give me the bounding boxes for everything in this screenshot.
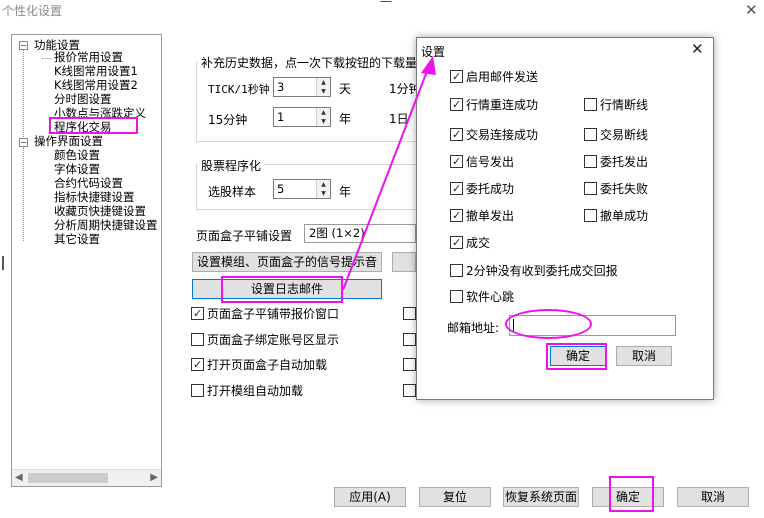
- annotation-arrow: [342, 56, 436, 291]
